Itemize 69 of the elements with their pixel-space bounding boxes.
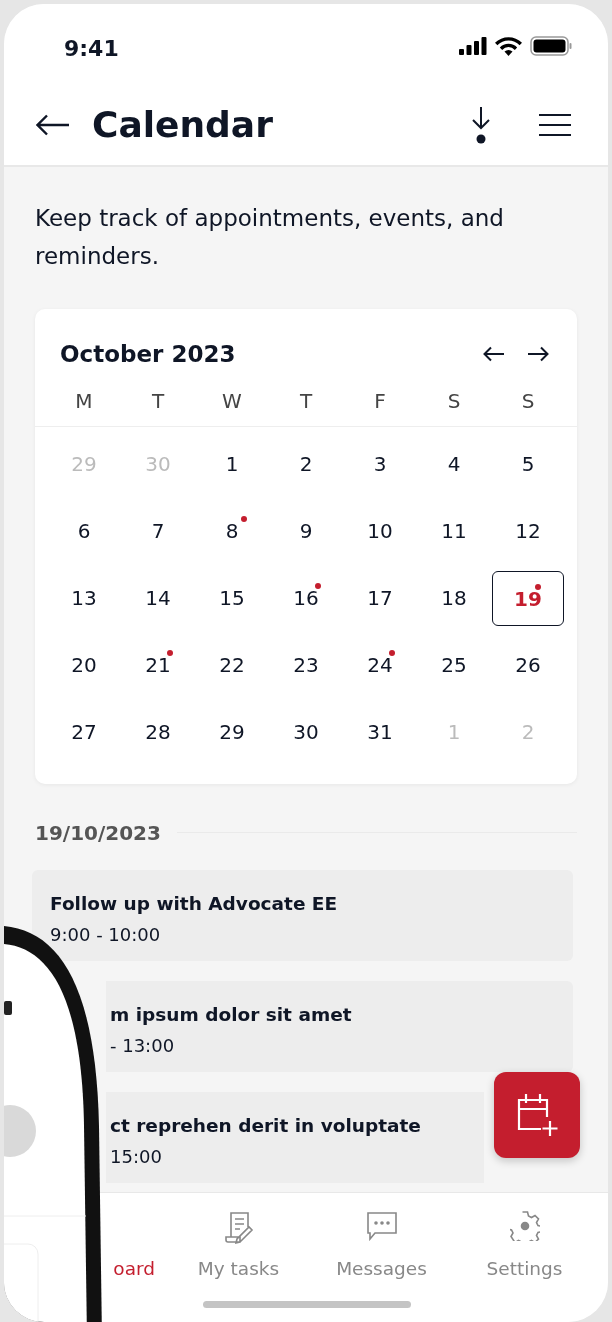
wifi-icon xyxy=(495,36,522,56)
event-time: - 13:00 xyxy=(110,1034,175,1059)
day-cell[interactable]: 19 xyxy=(492,570,564,626)
day-cell[interactable]: 4 xyxy=(417,436,491,492)
weekday-label: T xyxy=(150,387,166,415)
day-cell[interactable]: 16 xyxy=(269,570,343,626)
event-card[interactable]: Follow up with Advocate EE 9:00 - 10:00 xyxy=(32,869,573,961)
day-cell[interactable]: 17 xyxy=(343,570,417,626)
day-cell[interactable]: 3 xyxy=(343,436,417,492)
document-pen-icon xyxy=(223,1211,254,1245)
day-cell[interactable]: 22 xyxy=(195,637,269,693)
date-heading: 19/10/2023 xyxy=(35,819,161,847)
event-title: Follow up with Advocate EE xyxy=(50,891,338,916)
day-cell[interactable]: 20 xyxy=(47,637,121,693)
event-time: 9:00 - 10:00 xyxy=(50,923,161,948)
description-text: Keep track of appointments, events, and reminders. xyxy=(34,204,505,271)
settings-icon xyxy=(509,1211,540,1241)
day-cell[interactable]: 29 xyxy=(195,704,269,760)
event-card[interactable]: ct reprehen derit in voluptate 15:00 xyxy=(106,1091,484,1183)
previous-month-button[interactable] xyxy=(483,346,505,363)
nav-tab[interactable]: Messages xyxy=(310,1193,453,1284)
event-time: 15:00 xyxy=(110,1145,162,1170)
day-cell[interactable]: 13 xyxy=(47,570,121,626)
day-cell[interactable]: 30 xyxy=(269,704,343,760)
day-cell[interactable]: 27 xyxy=(47,704,121,760)
nav-tab[interactable]: oard xyxy=(107,1193,163,1284)
day-cell[interactable]: 11 xyxy=(417,503,491,559)
day-cell[interactable]: 15 xyxy=(195,570,269,626)
day-cell[interactable]: 6 xyxy=(47,503,121,559)
day-cell[interactable]: 18 xyxy=(417,570,491,626)
next-month-button[interactable] xyxy=(527,346,549,363)
day-cell[interactable]: 10 xyxy=(343,503,417,559)
day-cell[interactable]: 25 xyxy=(417,637,491,693)
weekday-label: S xyxy=(520,387,536,415)
page-title: Calendar xyxy=(92,102,273,147)
nav-tab[interactable]: My tasks xyxy=(167,1193,310,1284)
day-cell[interactable]: 26 xyxy=(491,637,565,693)
day-cell[interactable]: 14 xyxy=(121,570,195,626)
day-cell[interactable]: 8 xyxy=(195,503,269,559)
day-cell[interactable]: 21 xyxy=(121,637,195,693)
event-title: ct reprehen derit in voluptate xyxy=(110,1113,421,1138)
battery-icon xyxy=(530,36,572,56)
weekday-label: T xyxy=(298,387,314,415)
day-cell[interactable]: 5 xyxy=(491,436,565,492)
day-cell[interactable]: 28 xyxy=(121,704,195,760)
day-cell[interactable]: 31 xyxy=(343,704,417,760)
day-cell[interactable]: 2 xyxy=(269,436,343,492)
day-cell[interactable]: 23 xyxy=(269,637,343,693)
day-cell[interactable]: 12 xyxy=(491,503,565,559)
day-cell[interactable]: 7 xyxy=(121,503,195,559)
weekday-label: S xyxy=(446,387,462,415)
menu-button[interactable] xyxy=(538,112,572,137)
day-cell[interactable]: 1 xyxy=(195,436,269,492)
weekday-label: W xyxy=(221,387,243,415)
chat-bubble-icon xyxy=(366,1211,397,1241)
signal-icon xyxy=(459,37,487,55)
event-title: m ipsum dolor sit amet xyxy=(110,1002,352,1027)
weekday-label: F xyxy=(373,387,387,415)
day-cell[interactable]: 9 xyxy=(269,503,343,559)
back-button[interactable] xyxy=(36,113,70,136)
weekday-label: M xyxy=(74,387,94,415)
status-time: 9:41 xyxy=(64,35,119,63)
download-button[interactable] xyxy=(470,105,492,144)
event-card[interactable]: m ipsum dolor sit amet - 13:00 xyxy=(106,980,573,1072)
month-title: October 2023 xyxy=(60,340,236,369)
nav-tab[interactable]: Settings xyxy=(453,1193,596,1284)
add-event-button[interactable] xyxy=(494,1072,580,1158)
day-cell[interactable]: 24 xyxy=(343,637,417,693)
calendar-plus-icon xyxy=(516,1093,558,1137)
